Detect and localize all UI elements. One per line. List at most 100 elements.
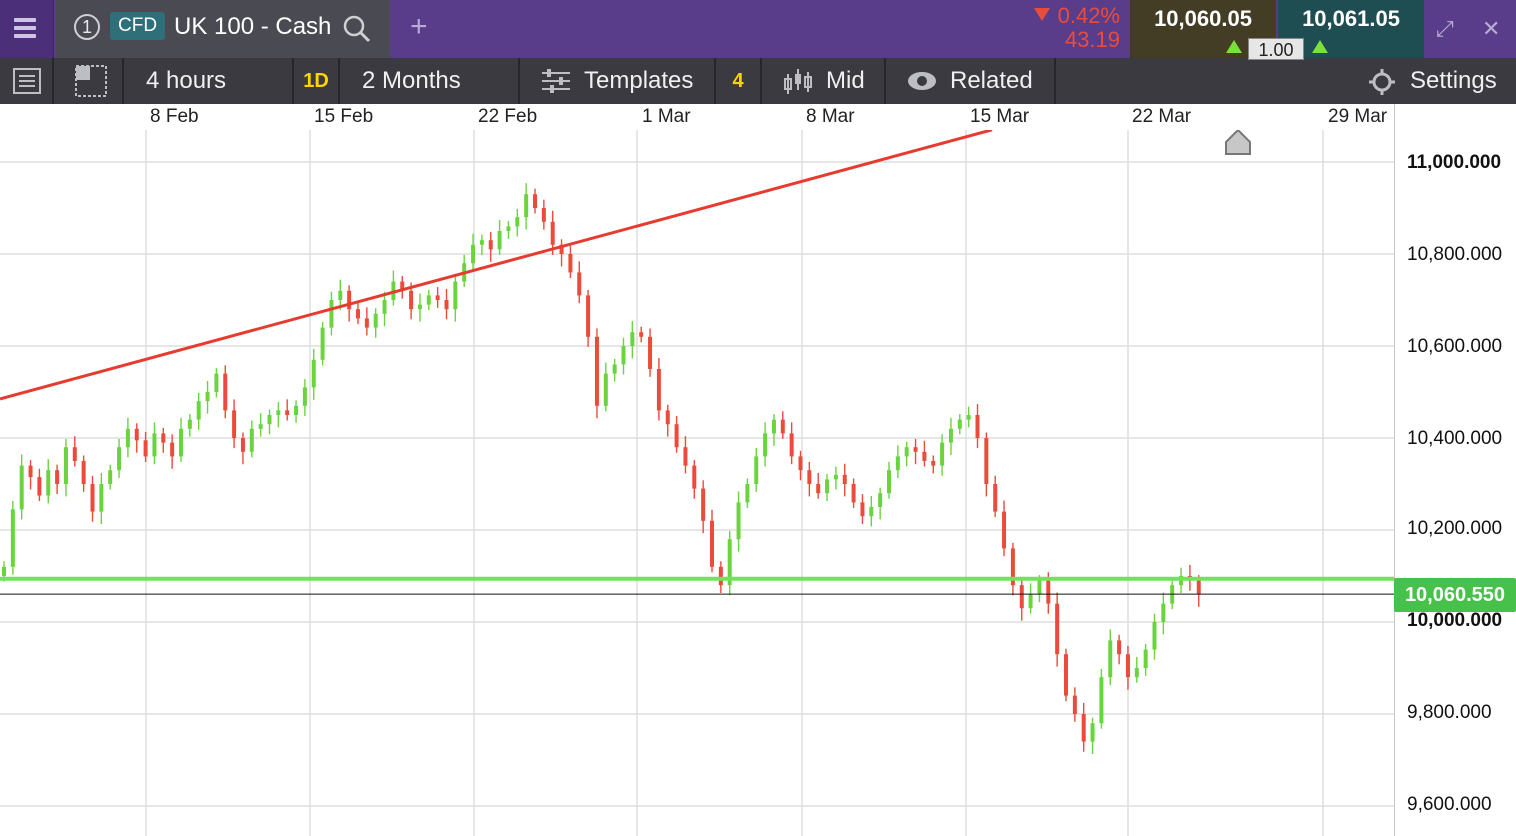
price-tick: 9,800.000	[1407, 702, 1492, 723]
candle-up	[736, 502, 741, 540]
candle-down	[1072, 695, 1077, 714]
candle-up	[46, 470, 51, 496]
sell-up-arrow-icon	[1226, 40, 1242, 53]
eye-icon	[908, 72, 936, 90]
candle-down	[285, 410, 290, 415]
interval-badge[interactable]: 1D	[294, 58, 340, 104]
interval-dropdown[interactable]: 4 hours	[124, 58, 294, 104]
candle-down	[1046, 580, 1051, 604]
candle-up	[417, 304, 422, 310]
date-label: 8 Feb	[150, 106, 199, 127]
buy-up-arrow-icon	[1312, 40, 1328, 53]
close-icon[interactable]: ✕	[1482, 16, 1500, 42]
candle-up	[940, 442, 945, 466]
date-label: 8 Mar	[806, 106, 855, 127]
candle-down	[798, 456, 803, 471]
candle-down	[851, 484, 856, 503]
candle-up	[1134, 668, 1139, 678]
candle-up	[187, 419, 192, 429]
candle-up	[249, 428, 254, 452]
candle-down	[356, 309, 360, 319]
templates-label: Templates	[584, 67, 694, 94]
candle-up	[125, 428, 130, 448]
layout-button[interactable]	[56, 58, 124, 104]
candle-up	[612, 364, 617, 374]
candle-up	[1090, 723, 1095, 742]
candle-down	[37, 477, 42, 496]
range-dropdown[interactable]: 2 Months	[340, 58, 520, 104]
candle-down	[931, 461, 936, 466]
sliders-icon	[542, 69, 570, 93]
candle-down	[240, 438, 245, 452]
candle-up	[771, 419, 776, 434]
candle-down	[710, 520, 714, 567]
candle-down	[913, 447, 918, 452]
candle-down	[922, 451, 927, 461]
candle-up	[621, 346, 626, 365]
candle-up	[754, 456, 759, 484]
price-mode-label: Mid	[826, 67, 865, 94]
price-change: 0.42% 43.19	[1010, 4, 1120, 52]
trendline	[0, 130, 993, 401]
candle-down	[143, 440, 148, 457]
price-axis: 11,000.000 10,800.000 10,600.000 10,400.…	[1394, 104, 1516, 836]
candle-up	[276, 410, 281, 415]
candle-up	[506, 226, 511, 231]
candle-down	[656, 369, 661, 411]
candle-down	[223, 373, 228, 411]
candle-up	[179, 428, 183, 457]
templates-button[interactable]: Templates	[520, 58, 716, 104]
candle-up	[302, 387, 307, 406]
candle-down	[984, 438, 989, 484]
current-price-badge: 10,060.550	[1394, 578, 1516, 612]
related-button[interactable]: Related	[886, 58, 1056, 104]
watchlist-button[interactable]	[0, 58, 54, 104]
date-label: 1 Mar	[642, 106, 691, 127]
candle-down	[533, 194, 537, 208]
candle-down	[541, 208, 546, 222]
candle-down	[28, 465, 33, 478]
candle-up	[320, 327, 325, 360]
candle-up	[453, 281, 458, 310]
candle-up	[524, 194, 529, 218]
search-icon[interactable]	[342, 14, 372, 44]
candle-up	[825, 479, 830, 494]
price-tick: 11,000.000	[1407, 152, 1502, 173]
candle-down	[409, 290, 414, 310]
instrument-tab[interactable]: 1 CFD UK 100 - Cash	[56, 0, 390, 58]
add-tab-icon[interactable]: +	[410, 12, 428, 42]
price-tick: 10,600.000	[1407, 336, 1503, 357]
candle-up	[497, 231, 502, 250]
candle-up	[108, 470, 113, 484]
expand-icon[interactable]: ⤢	[1436, 16, 1454, 42]
top-bar: 1 CFD UK 100 - Cash + 0.42% 43.19 10,060…	[0, 0, 1516, 60]
date-label: 15 Mar	[970, 106, 1030, 127]
price-tick: 10,000.000	[1407, 610, 1503, 631]
candle-up	[887, 470, 891, 494]
candle-down	[1002, 511, 1007, 549]
candle-down	[1117, 640, 1122, 655]
candle-down	[665, 410, 670, 425]
gear-icon	[1369, 69, 1395, 95]
candle-down	[134, 428, 139, 441]
candle-down	[1019, 585, 1024, 609]
candle-down	[72, 447, 77, 461]
spread-badge: 1.00	[1248, 38, 1304, 60]
settings-button[interactable]: Settings	[1360, 58, 1516, 104]
price-chart[interactable]	[0, 130, 1394, 836]
candle-down	[81, 461, 86, 484]
candle-up	[267, 415, 272, 425]
candle-up	[957, 419, 962, 429]
settings-label: Settings	[1410, 67, 1497, 94]
candle-up	[2, 566, 6, 576]
price-mode-button[interactable]: Mid	[762, 58, 886, 104]
candle-up	[1037, 580, 1042, 595]
candle-up	[479, 240, 484, 245]
candle-down	[842, 474, 847, 484]
candle-down	[639, 332, 644, 337]
chart-grid	[0, 130, 1394, 836]
candle-up	[99, 484, 104, 512]
candle-down	[718, 566, 723, 586]
main-menu-button[interactable]	[0, 0, 54, 58]
candle-up	[258, 424, 263, 429]
